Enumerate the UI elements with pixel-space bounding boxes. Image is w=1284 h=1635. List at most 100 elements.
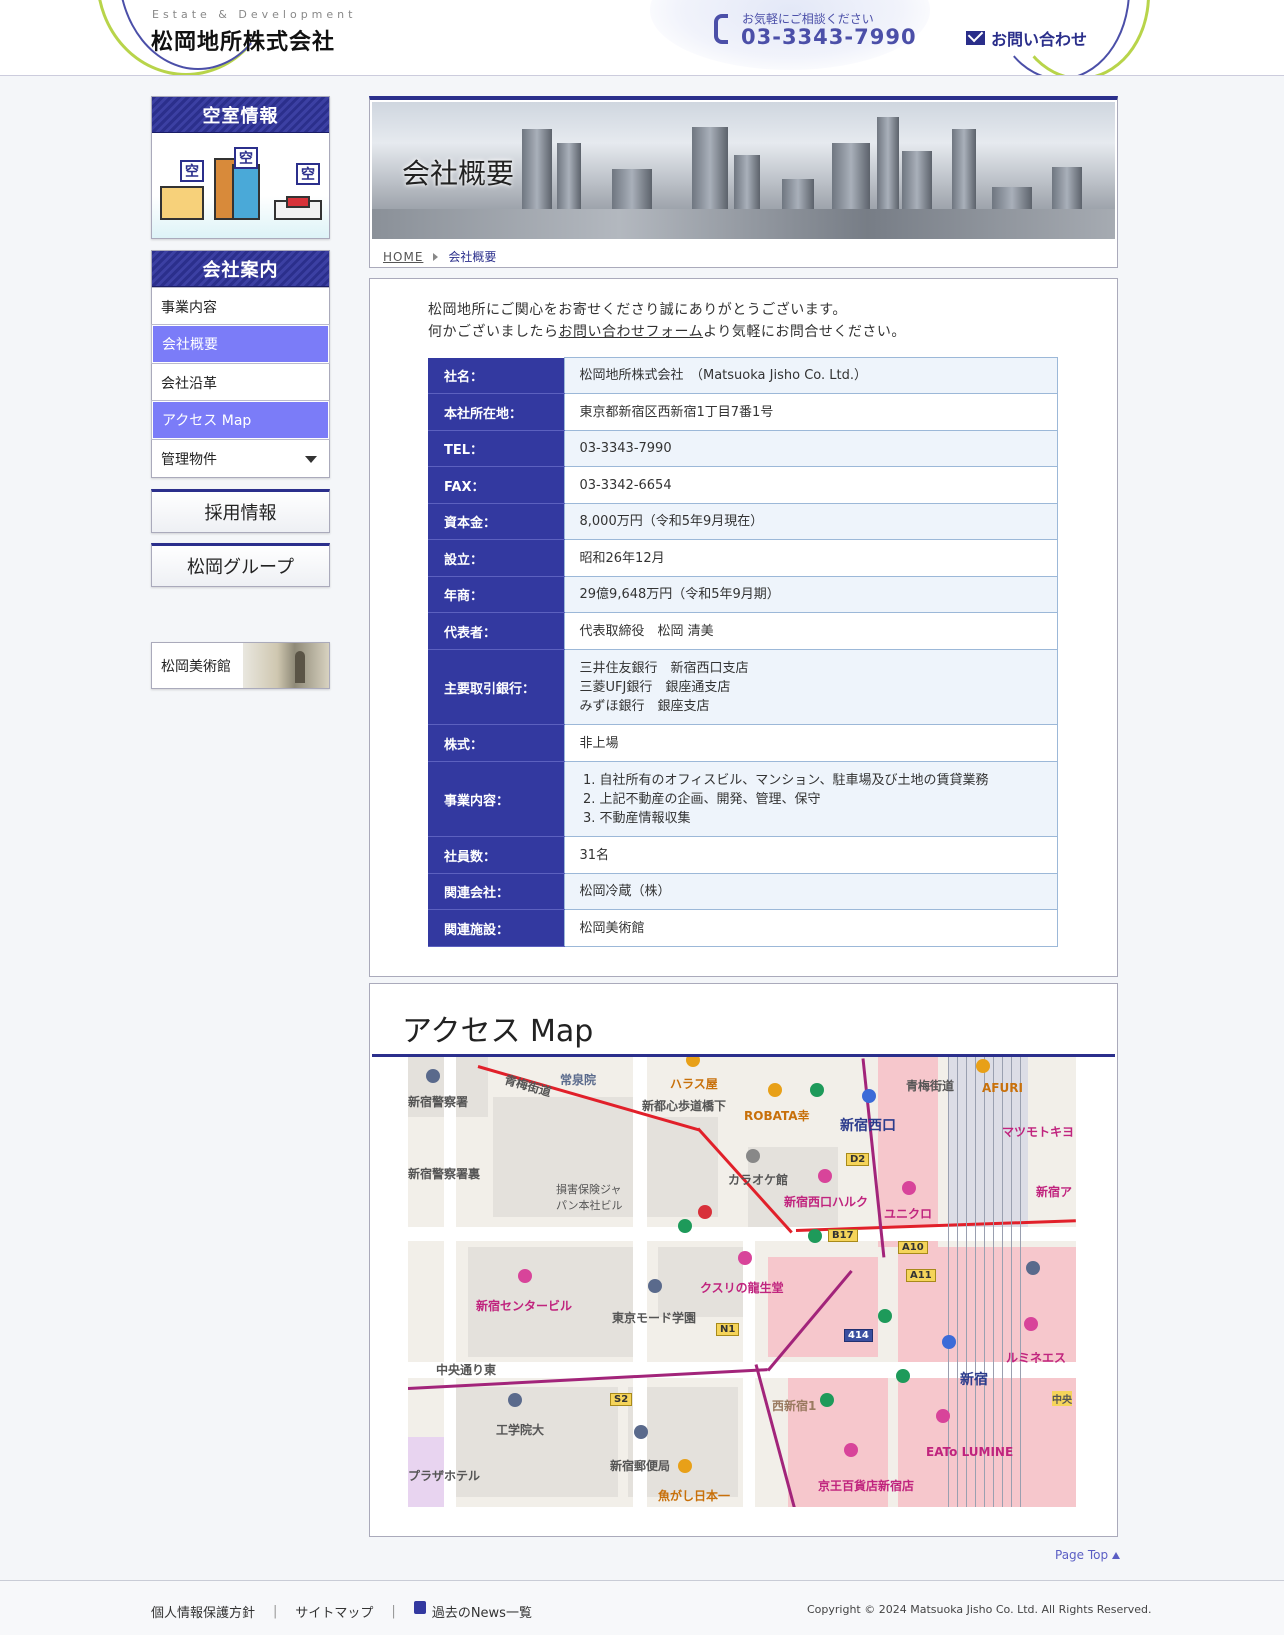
- bank-icon: [808, 1229, 822, 1243]
- breadcrumb-home-link[interactable]: HOME: [383, 250, 423, 264]
- map-label: 西新宿1: [772, 1399, 817, 1413]
- company-profile-panel: 松岡地所にご関心をお寄せくださり誠にありがとうございます。 何かございましたらお…: [369, 278, 1118, 977]
- table-row: 株式： 非上場: [428, 724, 1058, 762]
- tel-number[interactable]: 03-3343-7990: [741, 25, 917, 49]
- news-icon: [413, 1601, 426, 1614]
- list-item: 自社所有のオフィスビル、マンション、駐車場及び土地の賃貸業務: [600, 771, 1043, 790]
- row-value: 松岡地所株式会社 （Matsuoka Jisho Co. Ltd.）: [563, 357, 1058, 394]
- map-label: ROBATA幸: [744, 1109, 810, 1123]
- map-label: 中央通り東: [436, 1363, 497, 1377]
- map-label: 新宿警察署裏: [408, 1167, 481, 1181]
- group-button[interactable]: 松岡グループ: [151, 543, 330, 587]
- map-label: ユニクロ: [884, 1207, 933, 1221]
- store-icon: [878, 1309, 892, 1323]
- breadcrumb: HOME 会社概要: [383, 248, 496, 265]
- intro-text: 松岡地所にご関心をお寄せくださり誠にありがとうございます。 何かございましたらお…: [428, 299, 906, 343]
- site-footer: 個人情報保護方針 | サイトマップ | 過去のNews一覧 Copyright …: [0, 1580, 1284, 1635]
- shopping-icon: [902, 1181, 916, 1195]
- row-label: 資本金：: [428, 503, 564, 540]
- train-icon: [862, 1089, 876, 1103]
- store-icon: [820, 1393, 834, 1407]
- exit-marker: N1: [716, 1323, 740, 1336]
- map-label: 常泉院: [560, 1073, 597, 1087]
- map-label: 新宿警察署: [408, 1095, 469, 1109]
- breadcrumb-arrow-icon: [433, 252, 439, 261]
- breadcrumb-current: 会社概要: [448, 250, 497, 264]
- news-archive-link[interactable]: 過去のNews一覧: [432, 1602, 532, 1621]
- sidebar-item-history[interactable]: 会社沿革: [152, 363, 329, 401]
- car: [286, 196, 310, 208]
- map-label: 新宿西口: [840, 1118, 896, 1134]
- row-label: 事業内容：: [428, 761, 564, 837]
- company-info-table: 社名： 松岡地所株式会社 （Matsuoka Jisho Co. Ltd.） 本社…: [428, 357, 1058, 947]
- row-label: 株式：: [428, 724, 564, 762]
- map-label: クスリの龍生堂: [700, 1281, 784, 1295]
- sitemap-link[interactable]: サイトマップ: [295, 1602, 373, 1621]
- logo-subtitle: Estate & Development: [152, 8, 357, 21]
- map-label: 新宿: [960, 1372, 988, 1388]
- vacancy-sign: 空: [296, 163, 320, 185]
- site-header: Estate & Development 松岡地所株式会社 お気軽にご相談くださ…: [0, 0, 1284, 76]
- office-building: [232, 164, 260, 220]
- footer-separator: |: [391, 1604, 396, 1619]
- row-value: 東京都新宿区西新宿1丁目7番1号: [563, 393, 1058, 431]
- exit-marker: A10: [898, 1241, 928, 1254]
- bank-line: みずほ銀行 銀座支店: [579, 698, 710, 714]
- map-label: 損害保険ジャパン本社ビル: [556, 1183, 623, 1212]
- museum-label: 松岡美術館: [161, 658, 231, 675]
- bank-icon: [810, 1083, 824, 1097]
- recruit-button[interactable]: 採用情報: [151, 489, 330, 533]
- map-label: プラザホテル: [408, 1469, 481, 1483]
- table-row: 資本金： 8,000万円（令和5年9月現在）: [428, 503, 1058, 540]
- row-label: TEL：: [428, 430, 564, 467]
- table-row: 本社所在地： 東京都新宿区西新宿1丁目7番1号: [428, 393, 1058, 431]
- restaurant-icon: [768, 1083, 782, 1097]
- shopping-icon: [738, 1251, 752, 1265]
- map-label: 中央: [1052, 1391, 1072, 1406]
- map-label: 東京モード学園: [612, 1311, 697, 1325]
- page-title: 会社概要: [402, 157, 515, 190]
- row-label: 関連施設：: [428, 909, 564, 947]
- contact-form-link[interactable]: お問い合わせフォーム: [559, 324, 704, 340]
- museum-banner[interactable]: 松岡美術館: [151, 642, 330, 689]
- table-row: 関連会社： 松岡冷蔵（株）: [428, 873, 1058, 910]
- map-label: ハラス屋: [670, 1077, 718, 1091]
- exit-marker: D2: [846, 1153, 870, 1166]
- page-top-link[interactable]: Page Top: [1055, 1548, 1121, 1562]
- company-nav: 会社案内 事業内容 会社概要 会社沿革 アクセス Map 管理物件: [151, 250, 330, 478]
- page-top-label: Page Top: [1055, 1548, 1109, 1562]
- row-label: 設立：: [428, 539, 564, 577]
- list-item: 不動産情報収集: [600, 809, 1043, 828]
- map-embed[interactable]: D2 B17 A10 A11 N1 S2 414 常泉院 ハラス屋 AFURI …: [408, 1057, 1076, 1507]
- sidebar-item-label: 管理物件: [161, 451, 217, 468]
- row-label: 代表者：: [428, 612, 564, 650]
- row-value: 代表取締役 松岡 清美: [563, 612, 1058, 650]
- post-office-icon: [634, 1425, 648, 1439]
- exit-marker: S2: [610, 1393, 633, 1406]
- table-row: 社名： 松岡地所株式会社 （Matsuoka Jisho Co. Ltd.）: [428, 357, 1058, 394]
- sidebar-item-profile[interactable]: 会社概要: [151, 324, 330, 364]
- vacancy-sign: 空: [180, 160, 204, 182]
- table-row: FAX： 03-3342-6654: [428, 466, 1058, 504]
- vacancy-illustration: 空 空 空: [152, 133, 329, 238]
- map-label: AFURI: [982, 1081, 1023, 1095]
- row-label: 社員数：: [428, 836, 564, 874]
- row-value: 8,000万円（令和5年9月現在）: [563, 503, 1058, 540]
- train-icon: [942, 1335, 956, 1349]
- map-label: カラオケ館: [728, 1173, 789, 1187]
- company-logo[interactable]: 松岡地所株式会社: [151, 24, 335, 56]
- sidebar-item-business[interactable]: 事業内容: [152, 287, 329, 325]
- school-icon: [648, 1279, 662, 1293]
- pin-icon: [746, 1149, 760, 1163]
- vacancy-info-banner[interactable]: 空室情報 空 空 空: [151, 96, 330, 239]
- sidebar-item-properties[interactable]: 管理物件: [152, 439, 329, 477]
- pin-icon: [1026, 1261, 1040, 1275]
- map-label: 新宿ア: [1036, 1185, 1073, 1199]
- exit-marker: A11: [906, 1269, 936, 1282]
- sidebar-item-access-map[interactable]: アクセス Map: [151, 400, 330, 440]
- museum-photo: [243, 643, 329, 688]
- vacancy-sign: 空: [234, 147, 258, 169]
- page-hero: 会社概要 HOME 会社概要: [369, 96, 1118, 268]
- map-label: 新都心歩道橋下: [642, 1099, 727, 1113]
- privacy-policy-link[interactable]: 個人情報保護方針: [151, 1602, 255, 1621]
